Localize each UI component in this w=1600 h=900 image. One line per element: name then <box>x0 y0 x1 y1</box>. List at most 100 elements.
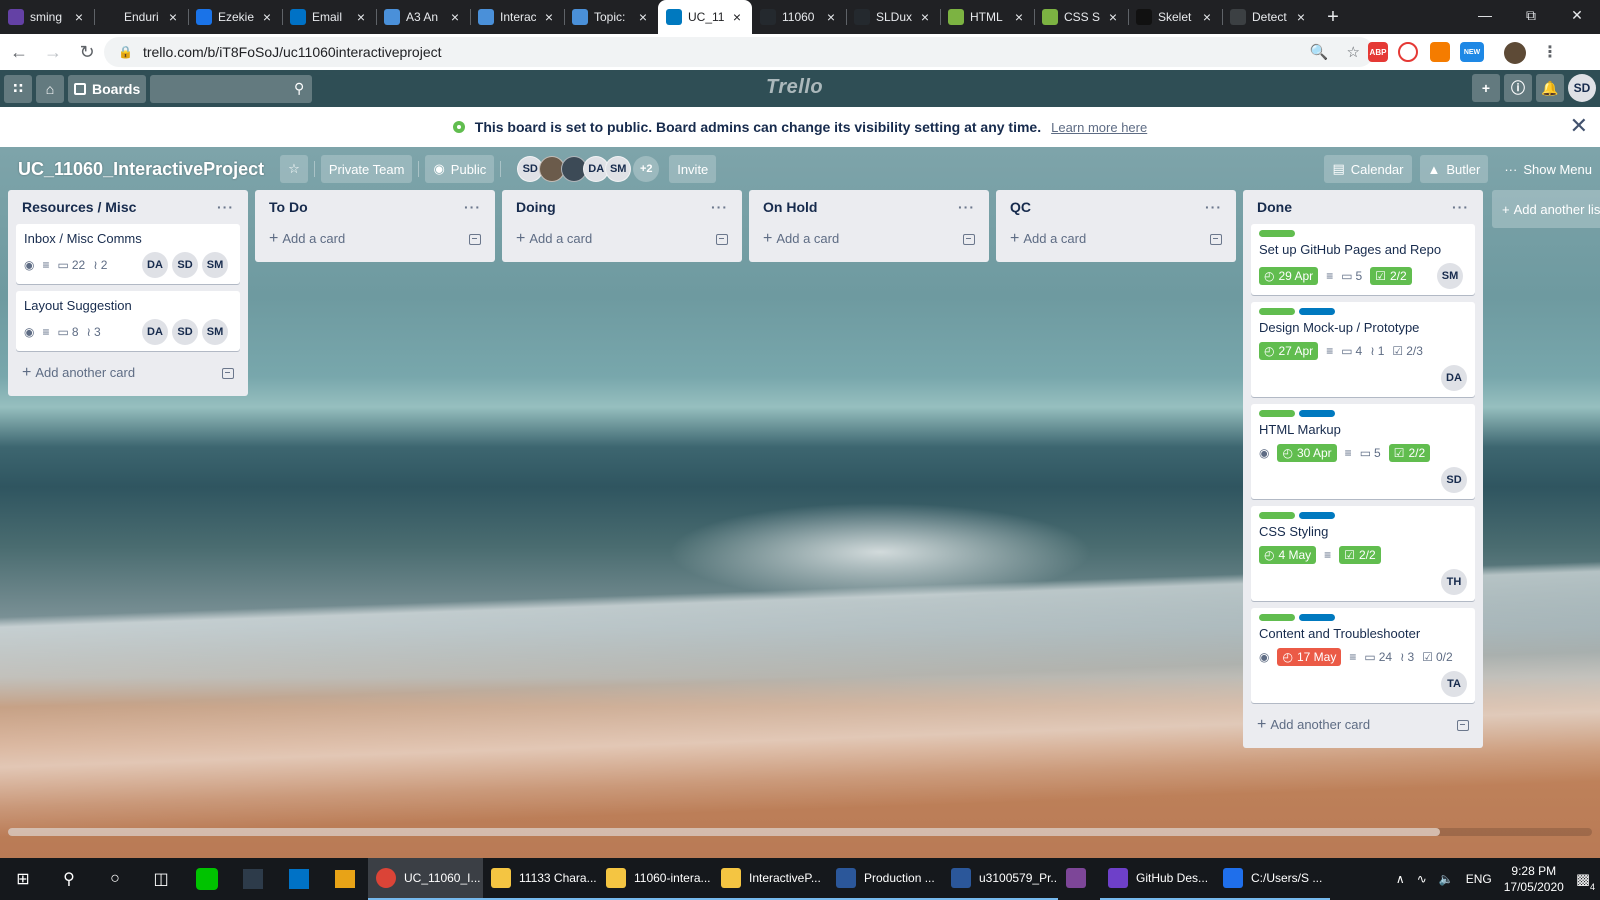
member-avatar[interactable]: SD <box>172 252 198 278</box>
outlook-icon[interactable] <box>276 858 322 900</box>
member-avatar[interactable]: DA <box>142 319 168 345</box>
card-label[interactable] <box>1299 614 1335 621</box>
list-menu-icon[interactable]: ··· <box>464 199 481 215</box>
card-label[interactable] <box>1299 410 1335 417</box>
star-board-button[interactable]: ☆ <box>280 155 308 183</box>
browser-tab[interactable]: SLDux × <box>846 0 940 34</box>
card-label[interactable] <box>1299 308 1335 315</box>
card[interactable]: Inbox / Misc Comms ◉ ≡ ▭ 22 ≀ 2 DA SD SM <box>16 224 240 284</box>
browser-tab[interactable]: CSS Sl × <box>1034 0 1128 34</box>
member-avatar[interactable]: SD <box>1441 467 1467 493</box>
list-menu-icon[interactable]: ··· <box>1205 199 1222 215</box>
card-label[interactable] <box>1299 512 1335 519</box>
due-date-badge[interactable]: ◴ 30 Apr <box>1277 444 1337 462</box>
bookmark-star-icon[interactable]: ☆ <box>1347 43 1360 61</box>
taskbar-app[interactable]: 11133 Chara... <box>483 858 598 900</box>
notification-center-icon[interactable]: ▩ 4 <box>1576 870 1595 892</box>
browser-tab[interactable]: Detect × <box>1222 0 1316 34</box>
add-card-button[interactable]: + Add a card <box>263 224 487 254</box>
user-avatar[interactable]: SD <box>1568 74 1596 102</box>
card-template-icon[interactable] <box>1457 719 1469 731</box>
member-avatar[interactable]: SM <box>202 319 228 345</box>
taskbar-app[interactable]: Production ... <box>828 858 943 900</box>
red-extension-icon[interactable] <box>1398 42 1418 62</box>
add-card-button[interactable]: + Add a card <box>510 224 734 254</box>
add-card-button[interactable]: + Add another card <box>16 358 240 388</box>
url-field[interactable]: 🔒 trello.com/b/iT8FoSoJ/uc11060interacti… <box>104 37 1374 67</box>
member-avatar[interactable]: SM <box>202 252 228 278</box>
close-window-button[interactable]: ✕ <box>1554 0 1600 30</box>
calendar-button[interactable]: ▤ Calendar <box>1324 155 1412 183</box>
member-avatar[interactable]: TH <box>1441 569 1467 595</box>
card[interactable]: CSS Styling ◴ 4 May ≡ ☑ 2/2 TH <box>1251 506 1475 601</box>
team-button[interactable]: Private Team <box>320 155 413 183</box>
search-icon[interactable]: ⚲ <box>46 858 92 900</box>
scrollbar-thumb[interactable] <box>8 828 1440 836</box>
list-title[interactable]: QC <box>1010 199 1031 215</box>
volume-icon[interactable]: 🔈 <box>1439 872 1454 886</box>
forward-button[interactable]: → <box>38 37 68 67</box>
card-label[interactable] <box>1259 308 1295 315</box>
due-date-badge[interactable]: ◴ 29 Apr <box>1259 267 1319 285</box>
close-tab-icon[interactable]: × <box>72 9 86 25</box>
close-tab-icon[interactable]: × <box>730 9 744 25</box>
close-tab-icon[interactable]: × <box>448 9 462 25</box>
list-title[interactable]: Resources / Misc <box>22 199 136 215</box>
butler-button[interactable]: ▲ Butler <box>1419 155 1489 183</box>
search-input[interactable]: ⚲ <box>150 74 313 103</box>
taskbar-app[interactable] <box>1058 858 1100 900</box>
wifi-icon[interactable]: ∿ <box>1417 872 1427 886</box>
reload-button[interactable]: ↻ <box>72 37 102 67</box>
member-avatar[interactable]: SM <box>1437 263 1463 289</box>
taskbar-app[interactable]: GitHub Des... <box>1100 858 1215 900</box>
card[interactable]: Content and Troubleshooter ◉ ◴ 17 May ≡ ▭ 24 ≀ 3… <box>1251 608 1475 703</box>
browser-tab[interactable]: UC_11 × <box>658 0 752 34</box>
browser-tab[interactable]: Topic: × <box>564 0 658 34</box>
adblock-extension-icon[interactable]: ABP <box>1368 42 1388 62</box>
invite-button[interactable]: Invite <box>669 155 717 183</box>
browser-tab[interactable]: sming × <box>0 0 94 34</box>
close-tab-icon[interactable]: × <box>1294 9 1308 25</box>
learn-more-link[interactable]: Learn more here <box>1051 120 1147 135</box>
taskbar-app[interactable]: UC_11060_I... <box>368 858 483 900</box>
close-tab-icon[interactable]: × <box>542 9 556 25</box>
browser-tab[interactable]: 11060 × <box>752 0 846 34</box>
add-card-button[interactable]: + Add a card <box>1004 224 1228 254</box>
visibility-button[interactable]: ◉ Public <box>425 155 495 183</box>
create-plus-icon[interactable]: + <box>1472 74 1500 102</box>
list-title[interactable]: Doing <box>516 199 556 215</box>
close-tab-icon[interactable]: × <box>166 9 180 25</box>
card[interactable]: Design Mock-up / Prototype ◴ 27 Apr ≡ ▭ 4 ≀ 1 ☑ 2… <box>1251 302 1475 397</box>
list-title[interactable]: To Do <box>269 199 308 215</box>
apps-grid-icon[interactable]: ∷ <box>4 74 32 103</box>
more-members-button[interactable]: +2 <box>633 156 660 182</box>
card-template-icon[interactable] <box>222 367 234 379</box>
orange-extension-icon[interactable] <box>1430 42 1450 62</box>
member-avatar[interactable]: SM <box>605 156 632 182</box>
show-menu-button[interactable]: ··· Show Menu <box>1496 155 1600 183</box>
browser-tab[interactable]: Email × <box>282 0 376 34</box>
trello-logo[interactable]: Trello <box>766 76 823 99</box>
taskbar-app[interactable]: 11060-intera... <box>598 858 713 900</box>
browser-tab[interactable]: Ezekie × <box>188 0 282 34</box>
board-scrollbar[interactable] <box>8 828 1592 836</box>
member-avatar[interactable]: DA <box>1441 365 1467 391</box>
card-label[interactable] <box>1259 614 1295 621</box>
board-title[interactable]: UC_11060_InteractiveProject <box>8 159 274 180</box>
member-avatar[interactable]: SD <box>172 319 198 345</box>
windows-start-icon[interactable]: ⊞ <box>0 858 46 900</box>
cortana-icon[interactable]: ○ <box>92 858 138 900</box>
browser-tab[interactable]: Interac × <box>470 0 564 34</box>
zoom-icon[interactable]: 🔍 <box>1310 43 1329 61</box>
restore-button[interactable]: ⧉ <box>1508 0 1554 30</box>
card[interactable]: Set up GitHub Pages and Repo ◴ 29 Apr ≡ ▭ 5 ☑ 2… <box>1251 224 1475 295</box>
notification-bell-icon[interactable]: 🔔 <box>1536 74 1564 102</box>
list-menu-icon[interactable]: ··· <box>217 199 234 215</box>
store-icon[interactable] <box>322 858 368 900</box>
profile-avatar[interactable] <box>1504 42 1526 64</box>
card-template-icon[interactable] <box>716 233 728 245</box>
browser-tab[interactable]: A3 An × <box>376 0 470 34</box>
close-tab-icon[interactable]: × <box>1012 9 1026 25</box>
card[interactable]: HTML Markup ◉ ◴ 30 Apr ≡ ▭ 5 ☑ 2/2 SD <box>1251 404 1475 499</box>
list-title[interactable]: On Hold <box>763 199 817 215</box>
